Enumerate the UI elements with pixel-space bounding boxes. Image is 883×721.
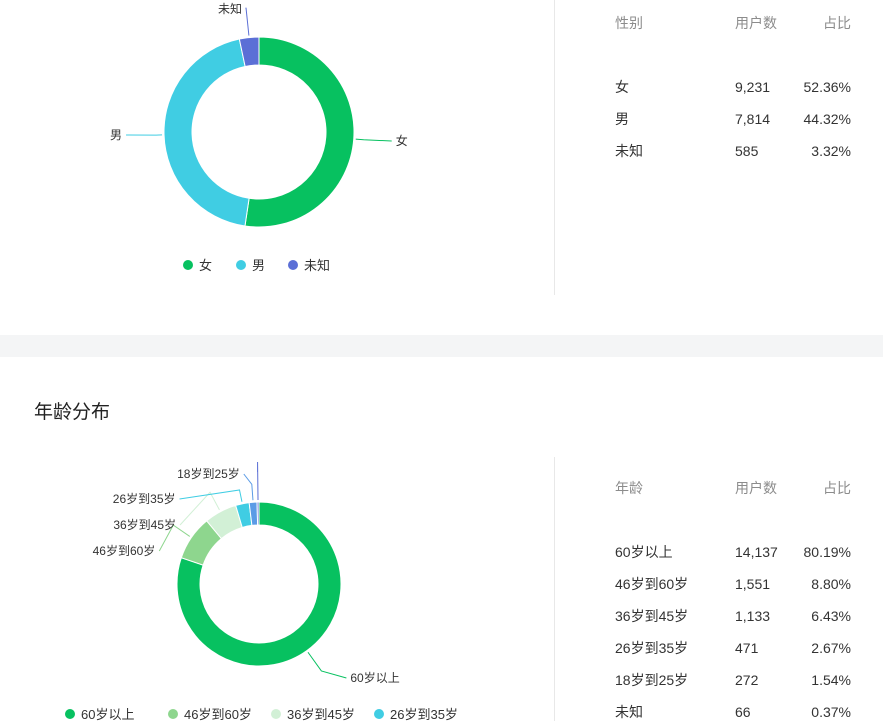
legend-item[interactable]: 36岁到45岁	[287, 707, 355, 721]
table-row: 女 9,231 52.36%	[615, 71, 851, 103]
legend-marker	[236, 260, 246, 270]
row-users: 7,814	[735, 111, 771, 127]
row-label: 男	[615, 111, 629, 127]
row-pct: 3.32%	[811, 143, 851, 159]
row-users: 14,137	[735, 544, 778, 560]
row-label: 26岁到35岁	[615, 640, 689, 656]
column-header-ratio: 占比	[823, 15, 851, 31]
column-header-users: 用户数	[735, 15, 777, 31]
legend-marker	[65, 709, 75, 719]
table-row: 未知 585 3.32%	[615, 135, 851, 167]
legend-item[interactable]: 女	[199, 258, 212, 273]
legend-item[interactable]: 60岁以上	[81, 707, 134, 721]
table-row: 未知 66 0.37%	[615, 696, 851, 721]
row-pct: 52.36%	[803, 79, 851, 95]
donut-slice-1[interactable]	[163, 38, 250, 227]
row-users: 9,231	[735, 79, 771, 95]
leader-line	[245, 7, 250, 36]
gender-donut-chart: 女男未知女男未知	[110, 2, 408, 273]
row-users: 272	[735, 672, 759, 688]
legend-item[interactable]: 46岁到60岁	[184, 707, 252, 721]
divider	[554, 0, 555, 295]
row-pct: 80.19%	[803, 544, 851, 560]
slice-label: 46岁到60岁	[93, 543, 156, 558]
age-donut-chart: 60岁以上46岁到60岁36岁到45岁26岁到35岁18岁到25岁60岁以上 46…	[65, 462, 458, 721]
row-label: 女	[615, 79, 629, 95]
legend-item[interactable]: 26岁到35岁	[390, 707, 458, 721]
slice-label: 未知	[218, 2, 242, 16]
legend-marker	[288, 260, 298, 270]
leader-line	[243, 473, 254, 501]
row-label: 46岁到60岁	[615, 576, 689, 592]
row-users: 471	[735, 640, 759, 656]
row-label: 未知	[615, 143, 643, 159]
gender-table: 性别 用户数 占比 女 9,231 52.36% 男 7,814 44.32% …	[615, 7, 851, 167]
table-header-row: 性别 用户数 占比	[615, 7, 851, 39]
slice-label: 女	[396, 133, 408, 148]
table-row: 46岁到60岁 1,551 8.80%	[615, 568, 851, 600]
table-row: 26岁到35岁 471 2.67%	[615, 632, 851, 664]
column-header-ratio: 占比	[823, 480, 851, 496]
age-table: 年龄 用户数 占比 60岁以上 14,137 80.19% 46岁到60岁 1,…	[615, 472, 851, 721]
leader-line	[307, 651, 347, 679]
row-pct: 6.43%	[811, 608, 851, 624]
table-row: 36岁到45岁 1,133 6.43%	[615, 600, 851, 632]
table-row: 18岁到25岁 272 1.54%	[615, 664, 851, 696]
table-row: 60岁以上 14,137 80.19%	[615, 536, 851, 568]
row-label: 18岁到25岁	[615, 672, 689, 688]
leader-line	[355, 138, 392, 142]
column-header-age: 年龄	[615, 480, 643, 496]
legend-item[interactable]: 男	[252, 258, 265, 273]
slice-label: 36岁到45岁	[113, 517, 176, 532]
row-label: 未知	[615, 704, 643, 720]
donut-slice-5[interactable]	[256, 501, 260, 526]
row-users: 1,133	[735, 608, 771, 624]
divider	[554, 457, 555, 721]
row-pct: 8.80%	[811, 576, 851, 592]
leader-line	[179, 489, 243, 502]
table-row: 男 7,814 44.32%	[615, 103, 851, 135]
slice-label: 26岁到35岁	[113, 491, 176, 506]
column-header-gender: 性别	[615, 15, 643, 31]
row-users: 1,551	[735, 576, 771, 592]
legend-marker	[183, 260, 193, 270]
row-users: 585	[735, 143, 759, 159]
legend-marker	[271, 709, 281, 719]
legend-marker	[168, 709, 178, 719]
gender-section: 女男未知女男未知 性别 用户数 占比 女 9,231 52.36% 男 7,81…	[0, 0, 883, 335]
row-pct: 0.37%	[811, 704, 851, 720]
donut-slice-0[interactable]	[244, 36, 355, 228]
row-label: 60岁以上	[615, 544, 673, 560]
table-header-row: 年龄 用户数 占比	[615, 472, 851, 504]
row-label: 36岁到45岁	[615, 608, 689, 624]
legend-item[interactable]: 未知	[304, 258, 330, 273]
row-users: 66	[735, 704, 751, 720]
legend-marker	[374, 709, 384, 719]
slice-label: 18岁到25岁	[177, 466, 240, 481]
row-pct: 2.67%	[811, 640, 851, 656]
column-header-users: 用户数	[735, 480, 777, 496]
row-pct: 44.32%	[803, 111, 851, 127]
section-separator	[0, 335, 883, 357]
age-section: 年龄分布 60岁以上 46岁到60岁 36岁到45岁 26岁到35岁 18岁到25岁 60…	[0, 357, 883, 721]
slice-label: 男	[110, 128, 122, 142]
row-pct: 1.54%	[811, 672, 851, 688]
slice-label: 60岁以上	[350, 670, 399, 685]
